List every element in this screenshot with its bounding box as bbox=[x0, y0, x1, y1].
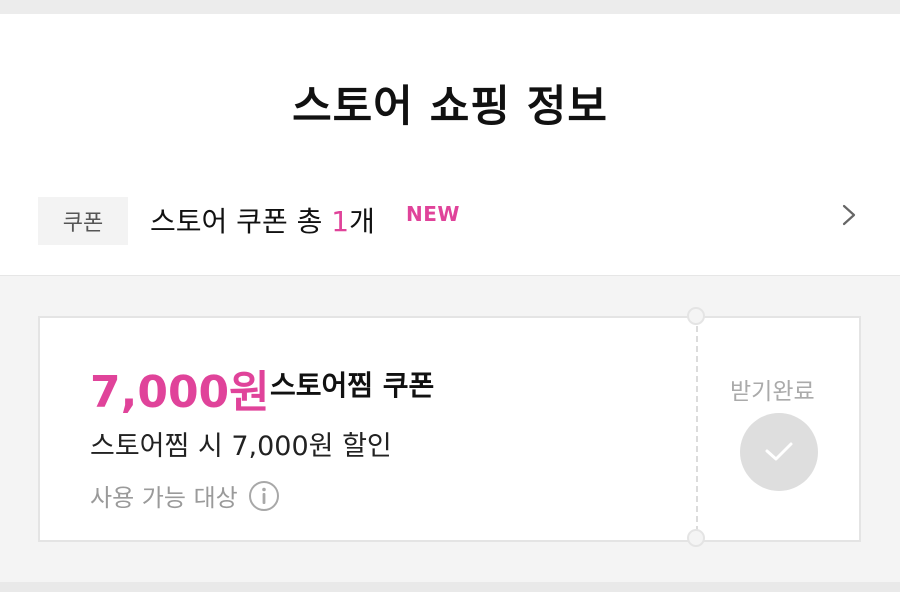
coupon-amount: 7,000원 bbox=[90, 367, 270, 418]
usage-target-label: 사용 가능 대상 bbox=[90, 484, 238, 512]
coupon-summary: 스토어 쿠폰 총 1개 bbox=[150, 200, 375, 240]
usage-target-link[interactable]: 사용 가능 대상 bbox=[90, 478, 280, 513]
check-icon bbox=[765, 442, 793, 461]
store-coupon-row[interactable]: 쿠폰 스토어 쿠폰 총 1개 NEW bbox=[38, 180, 868, 246]
coupon-notch-top bbox=[687, 307, 705, 325]
bottom-strip bbox=[0, 582, 900, 592]
top-strip bbox=[0, 0, 900, 14]
coupon-summary-prefix: 스토어 쿠폰 총 bbox=[150, 205, 332, 238]
coupon-divider bbox=[696, 326, 698, 532]
page-title: 스토어 쇼핑 정보 bbox=[292, 82, 608, 132]
chevron-right-icon[interactable] bbox=[838, 204, 860, 226]
coupon-card: 7,000원 스토어찜 쿠폰 스토어찜 시 7,000원 할인 사용 가능 대상… bbox=[38, 307, 861, 547]
info-icon[interactable] bbox=[248, 480, 280, 512]
coupon-count: 1 bbox=[331, 205, 350, 238]
coupon-notch-bottom bbox=[687, 529, 705, 547]
coupon-description: 스토어찜 시 7,000원 할인 bbox=[90, 431, 392, 462]
coupon-tag: 쿠폰 bbox=[38, 197, 128, 245]
coupon-summary-suffix: 개 bbox=[349, 205, 375, 238]
received-status-label: 받기완료 bbox=[730, 379, 815, 405]
coupon-name: 스토어찜 쿠폰 bbox=[270, 369, 435, 402]
received-check-button bbox=[740, 413, 818, 491]
new-badge: NEW bbox=[406, 202, 460, 226]
